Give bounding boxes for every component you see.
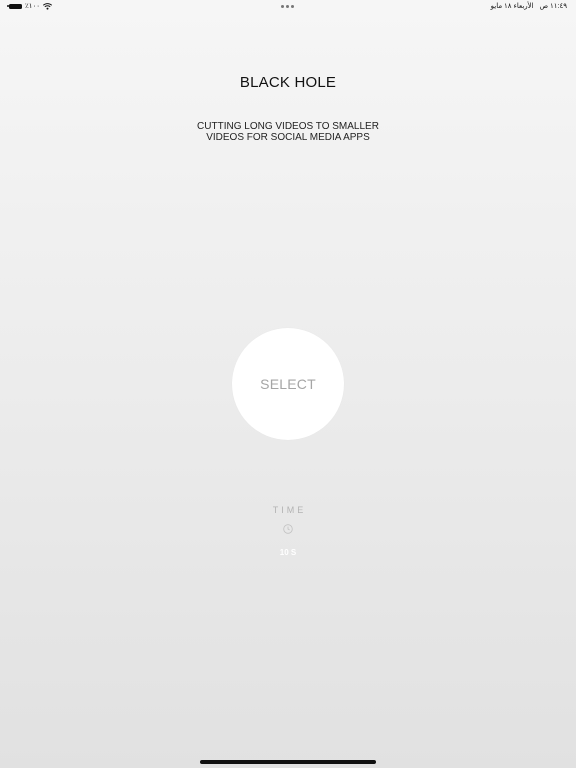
status-date: الأربعاء ١٨ مايو [490,3,534,10]
status-right: ١١:٤٩ ص الأربعاء ١٨ مايو [491,2,567,10]
select-button-label: SELECT [260,376,316,392]
battery-icon [7,3,22,9]
select-video-button[interactable]: SELECT [232,328,344,440]
home-indicator[interactable] [200,760,376,764]
battery-percent: ٪١٠٠ [25,3,41,10]
page-subtitle: CUTTING LONG VIDEOS TO SMALLER VIDEOS FO… [188,121,388,143]
subtitle-line-1: CUTTING LONG VIDEOS TO SMALLER [197,121,379,132]
page-title: BLACK HOLE [239,74,337,91]
status-bar: ٪١٠٠ ١١:٤٩ ص الأربعاء ١٨ مايو [0,0,576,14]
subtitle-line-2: VIDEOS FOR SOCIAL MEDIA APPS [206,132,370,143]
wifi-icon [43,2,53,10]
more-dots-icon[interactable] [281,5,294,8]
status-time: ١١:٤٩ ص [539,3,567,10]
time-label: TIME [272,505,307,515]
status-left: ٪١٠٠ [7,2,53,10]
time-value: 10 S [279,548,297,557]
clock-icon[interactable] [283,524,293,534]
